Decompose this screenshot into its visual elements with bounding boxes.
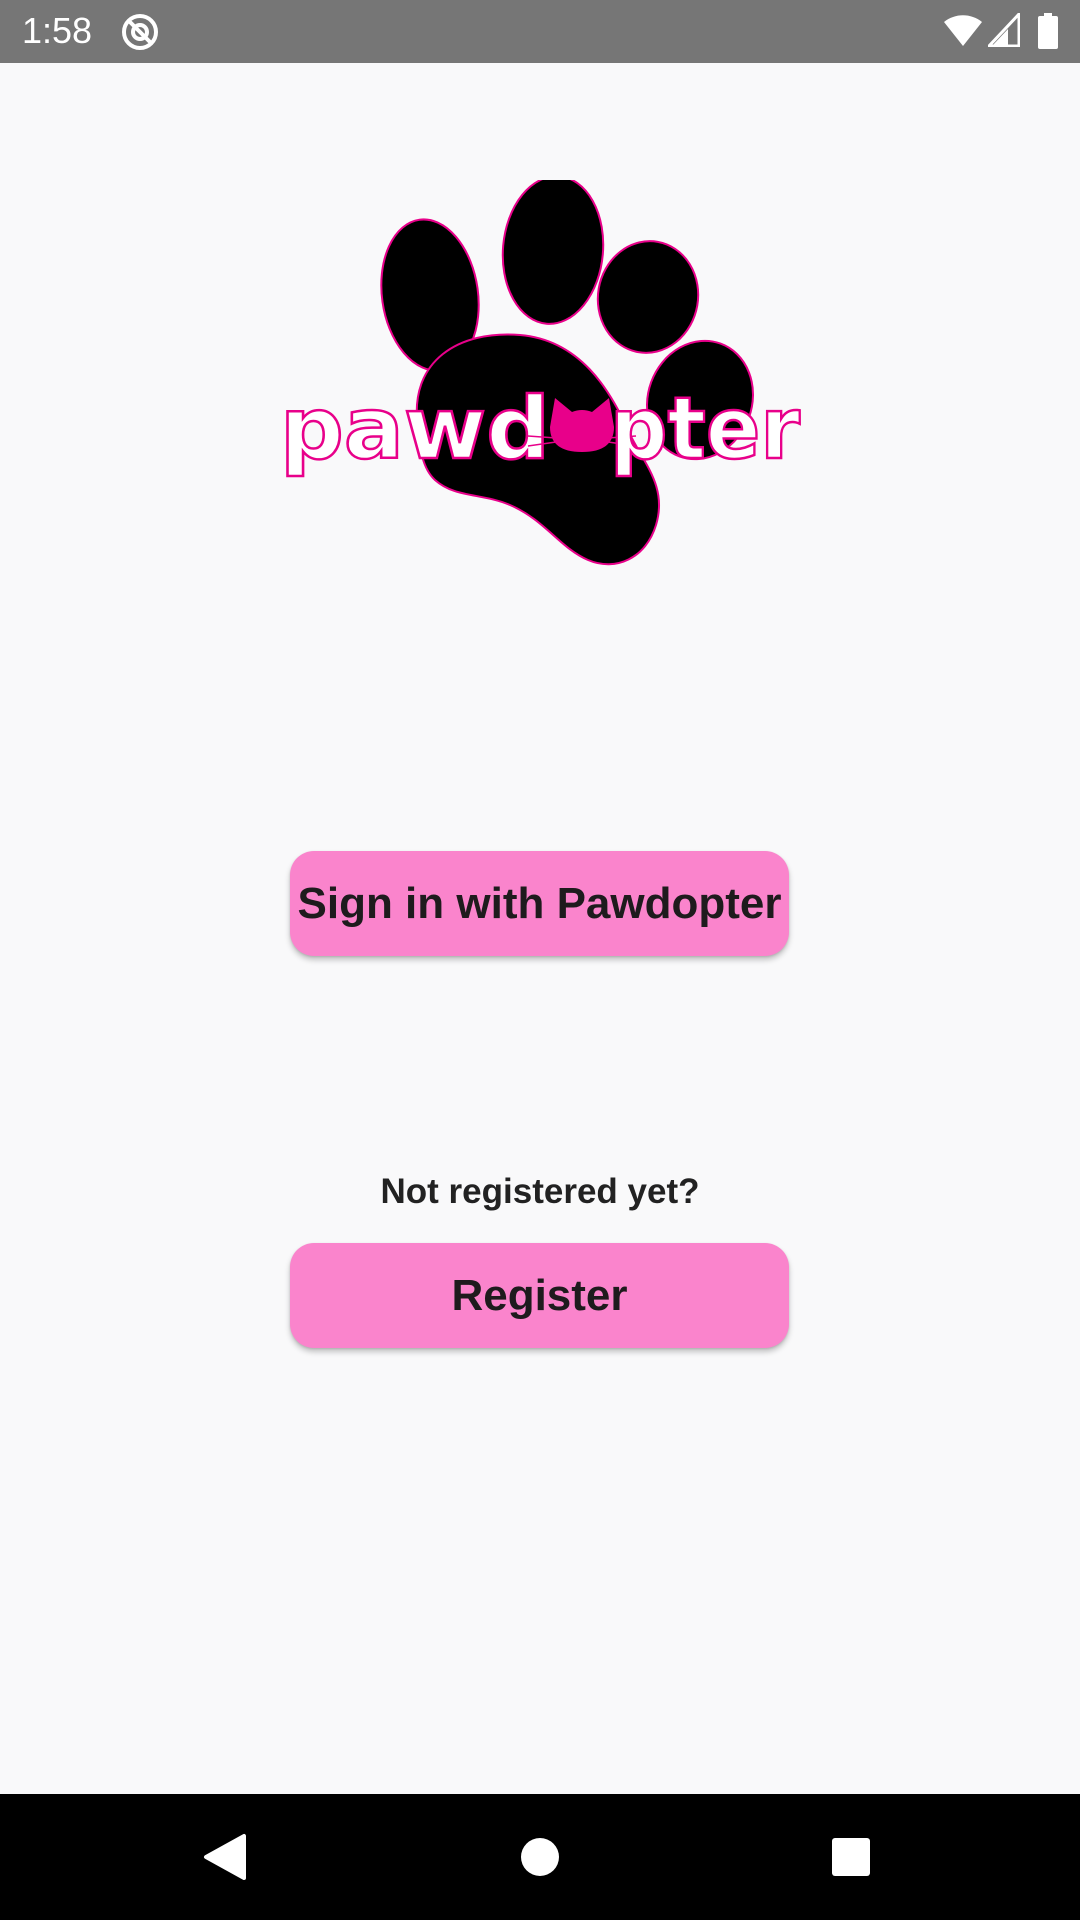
navigation-bar bbox=[0, 1794, 1080, 1920]
paw-print-icon bbox=[380, 180, 754, 566]
battery-icon bbox=[1038, 13, 1058, 49]
not-registered-prompt: Not registered yet? bbox=[380, 1172, 700, 1211]
wifi-icon bbox=[944, 15, 982, 46]
logo-text-end: pter bbox=[610, 379, 801, 479]
status-time: 1:58 bbox=[22, 10, 93, 51]
home-icon[interactable] bbox=[507, 1824, 573, 1890]
status-bar: 1:58 bbox=[0, 0, 1080, 63]
login-screen: 1:58 pawd pter Sign in with Pawdopter No… bbox=[0, 0, 1080, 1920]
pawdopter-wordmark: pawd pter bbox=[279, 378, 802, 481]
pawdopter-logo: pawd pter bbox=[279, 180, 802, 566]
do-not-disturb-icon bbox=[122, 14, 158, 50]
cell-signal-icon bbox=[988, 13, 1020, 47]
back-icon[interactable] bbox=[192, 1824, 258, 1890]
logo-text-start: pawd bbox=[280, 379, 550, 479]
recents-icon[interactable] bbox=[818, 1824, 884, 1890]
sign-in-button[interactable]: Sign in with Pawdopter bbox=[290, 851, 789, 956]
register-button[interactable]: Register bbox=[290, 1243, 789, 1348]
